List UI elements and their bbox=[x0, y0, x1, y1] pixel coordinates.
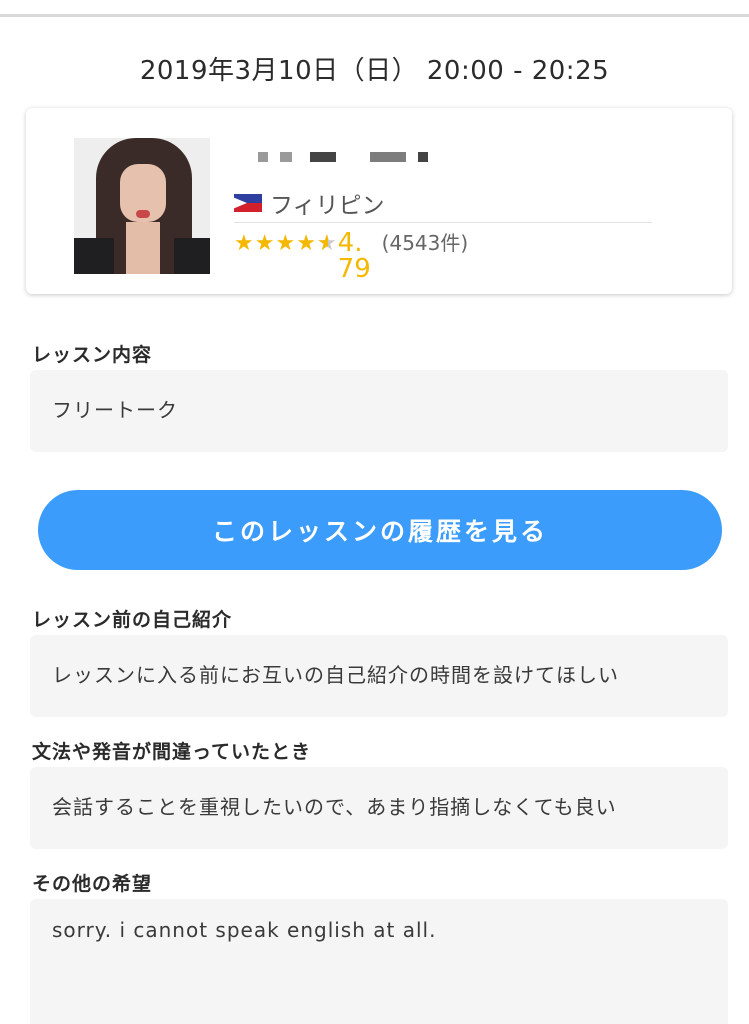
rating-stars: ★ ★ ★ ★ ★ bbox=[234, 231, 338, 257]
tutor-card[interactable]: フィリピン ★ ★ ★ ★ ★ 4.79 (4543件) bbox=[26, 108, 732, 294]
star-icon: ★ bbox=[296, 231, 316, 256]
corrections-label: 文法や発音が間違っていたとき bbox=[32, 741, 312, 763]
view-lesson-history-button[interactable]: このレッスンの履歴を見る bbox=[38, 490, 722, 570]
corrections-field: 会話することを重視したいので、あまり指摘しなくても良い bbox=[30, 767, 728, 849]
self-intro-label: レッスン前の自己紹介 bbox=[32, 609, 233, 631]
tutor-rating: ★ ★ ★ ★ ★ 4.79 (4543件) bbox=[234, 230, 468, 282]
tutor-name-redacted bbox=[258, 148, 458, 164]
star-icon: ★ bbox=[275, 231, 296, 256]
tutor-avatar[interactable] bbox=[74, 138, 210, 274]
star-icon: ★ bbox=[254, 231, 275, 256]
lesson-content-field: フリートーク bbox=[30, 370, 728, 452]
other-requests-field: sorry. i cannot speak english at all. bbox=[30, 899, 728, 1024]
other-requests-label: その他の希望 bbox=[32, 873, 153, 895]
top-divider bbox=[0, 14, 749, 17]
card-divider bbox=[234, 222, 652, 223]
lesson-datetime: 2019年3月10日（日） 20:00 - 20:25 bbox=[139, 56, 610, 86]
rating-score: 4.79 bbox=[337, 228, 371, 284]
star-icon: ★ bbox=[234, 231, 254, 256]
self-intro-field: レッスンに入る前にお互いの自己紹介の時間を設けてほしい bbox=[30, 635, 728, 717]
philippines-flag-icon bbox=[234, 194, 262, 212]
star-half-icon: ★ bbox=[317, 232, 337, 257]
tutor-country: フィリピン bbox=[234, 186, 385, 220]
lesson-content-label: レッスン内容 bbox=[32, 344, 153, 366]
review-count: (4543件) bbox=[381, 231, 469, 255]
tutor-country-label: フィリピン bbox=[270, 193, 385, 219]
